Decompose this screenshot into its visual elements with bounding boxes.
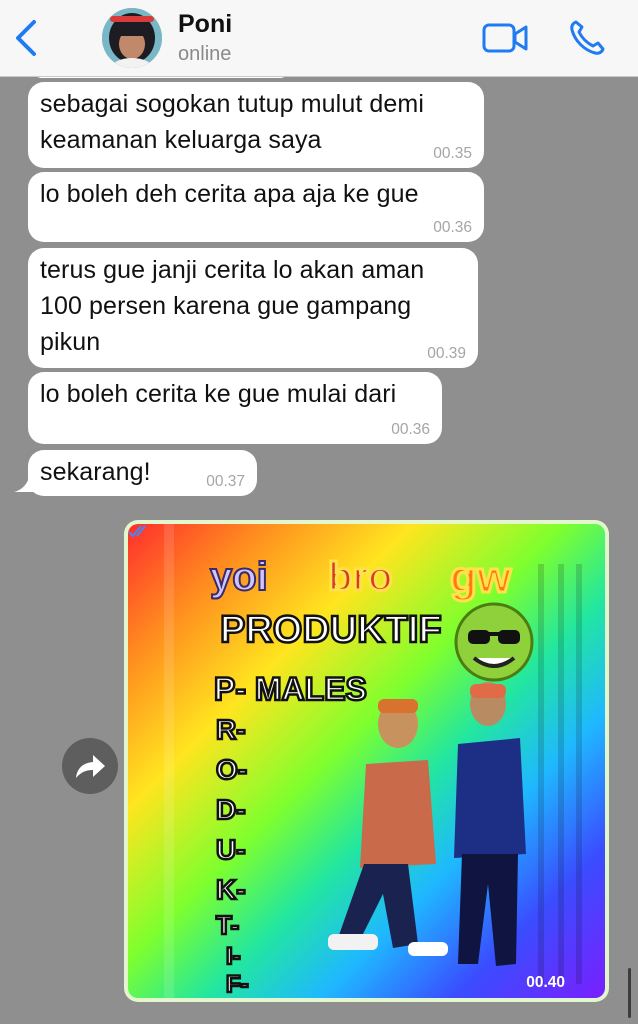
image-letter: R- <box>216 714 246 745</box>
message-bubble[interactable]: terus gue janji cerita lo akan aman 100 … <box>28 248 478 368</box>
contact-name[interactable]: Poni <box>178 10 232 39</box>
character-left <box>328 699 448 956</box>
back-chevron-icon[interactable] <box>10 18 44 58</box>
image-text-bro: bro <box>328 555 392 599</box>
image-text-yoi: yoi <box>210 555 268 599</box>
message-text: sebagai sogokan tutup mulut demi keamana… <box>40 90 424 154</box>
message-time: 00.37 <box>206 473 245 490</box>
double-check-icon <box>128 525 146 538</box>
message-bubble[interactable]: lo boleh deh cerita apa aja ke gue 00.36 <box>28 172 484 242</box>
image-letter: O- <box>216 754 247 785</box>
image-text-gw: gw <box>450 553 512 602</box>
message-time: 00.36 <box>391 421 430 438</box>
chat-area[interactable]: sebagai sogokan tutup mulut demi keamana… <box>0 68 638 1024</box>
message-time: 00.40 <box>526 974 565 991</box>
forward-button[interactable] <box>62 738 118 794</box>
scrollbar[interactable] <box>628 968 631 1018</box>
avatar[interactable] <box>102 8 162 68</box>
message-time: 00.39 <box>427 345 466 362</box>
image-letter: I- <box>226 943 241 970</box>
contact-status: online <box>178 43 232 65</box>
meme-image[interactable]: yoi bro gw PRODUKTIF P- MALES R- O- D- U… <box>128 524 605 998</box>
forward-arrow-icon <box>76 755 105 778</box>
message-time: 00.35 <box>433 145 472 162</box>
message-text: lo boleh cerita ke gue mulai dari <box>40 380 397 408</box>
character-right <box>454 682 526 966</box>
image-message-bubble[interactable]: yoi bro gw PRODUKTIF P- MALES R- O- D- U… <box>124 520 609 1002</box>
image-letter: D- <box>216 794 246 825</box>
message-bubble[interactable]: sebagai sogokan tutup mulut demi keamana… <box>28 82 484 168</box>
image-letter: U- <box>216 834 246 865</box>
video-camera-icon[interactable] <box>482 20 528 56</box>
message-text: terus gue janji cerita lo akan aman 100 … <box>40 256 425 356</box>
message-bubble[interactable]: sekarang! 00.37 <box>28 450 257 496</box>
phone-icon[interactable] <box>567 18 607 58</box>
image-text-males: P- MALES <box>214 671 367 707</box>
message-bubble[interactable]: lo boleh cerita ke gue mulai dari 00.36 <box>28 372 442 444</box>
image-text-produktif: PRODUKTIF <box>220 609 442 651</box>
sunglasses-emoji-icon <box>454 602 534 682</box>
message-time: 00.36 <box>433 219 472 236</box>
image-letter: T- <box>216 910 239 940</box>
message-text: lo boleh deh cerita apa aja ke gue <box>40 180 419 208</box>
image-letter: F- <box>226 971 249 998</box>
chat-header: Poni online <box>0 0 638 77</box>
image-letter: K- <box>216 874 246 905</box>
